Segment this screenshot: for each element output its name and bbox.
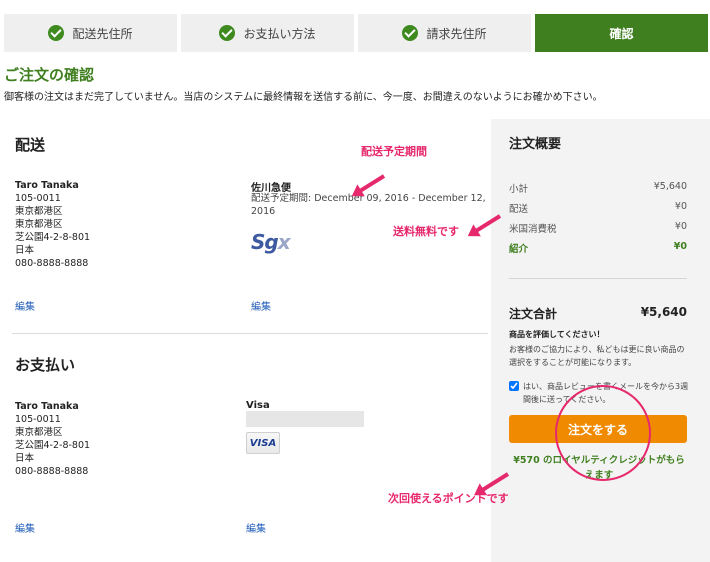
summary-row-subtotal: 小計 ¥5,640 (509, 181, 687, 195)
page-title: ご注文の確認 (4, 66, 95, 84)
total-label: 注文合計 (509, 307, 558, 321)
logo-text: Sg (251, 230, 279, 254)
step-shipping-address[interactable]: 配送先住所 (4, 14, 177, 52)
address-line: 芝公園4-2-8-801 (15, 232, 91, 243)
step-label: 確認 (609, 26, 634, 41)
masked-card-number (246, 411, 364, 427)
summary-row-shipping: 配送 ¥0 (509, 201, 687, 215)
check-circle-icon (48, 25, 65, 41)
summary-title: 注文概要 (509, 137, 562, 152)
total-value: ¥5,640 (640, 305, 687, 319)
address-name: Taro Tanaka (15, 401, 79, 412)
annotation-points-next-time: 次回使えるポイントです (388, 492, 509, 505)
row-value: ¥0 (674, 221, 687, 232)
shipping-address: Taro Tanaka 105-0011 東京都港区 東京都港区 芝公園4-2-… (15, 179, 90, 270)
annotation-arrow-icon (359, 174, 386, 193)
intro-text: 御客様の注文はまだ完了していません。当店のシステムに最終情報を送信する前に、今一… (4, 92, 603, 103)
order-summary-panel: 注文概要 小計 ¥5,640 配送 ¥0 米国消費税 ¥0 紹介 ¥0 注文合計… (491, 119, 710, 562)
annotation-circle-highlight (555, 385, 651, 481)
check-circle-icon (219, 25, 236, 41)
row-value: ¥0 (673, 241, 687, 252)
review-description: お客様のご協力により、私どもは更に良い商品の選択をすることが可能になります。 (509, 345, 685, 367)
address-postal: 105-0011 (15, 193, 61, 204)
delivery-period-line: 2016 (251, 206, 276, 217)
summary-row-tax: 米国消費税 ¥0 (509, 221, 687, 235)
address-country: 日本 (15, 245, 35, 256)
carrier-delivery-period: 配送予定期間: December 09, 2016 - December 12,… (251, 192, 486, 218)
section-divider (12, 333, 488, 334)
edit-payment-method-link[interactable]: 編集 (246, 520, 266, 535)
delivery-period-line: 配送予定期間: December 09, 2016 - December 12, (251, 193, 486, 204)
step-billing-address[interactable]: 請求先住所 (358, 14, 531, 52)
edit-shipping-method-link[interactable]: 編集 (251, 298, 271, 313)
review-email-checkbox[interactable] (509, 381, 519, 391)
step-label: お支払い方法 (243, 26, 316, 41)
review-title: 商品を評価してください！ (509, 330, 605, 339)
payment-section-title: お支払い (15, 356, 76, 374)
logo-text: x (277, 230, 291, 254)
visa-card-icon: VISA (246, 432, 280, 454)
address-line: 東京都港区 (15, 427, 63, 438)
address-phone: 080-8888-8888 (15, 258, 89, 269)
step-label: 請求先住所 (426, 26, 487, 41)
row-label: 紹介 (509, 244, 529, 255)
address-postal: 105-0011 (15, 414, 61, 425)
card-brand: Visa (246, 400, 270, 411)
address-country: 日本 (15, 453, 35, 464)
address-name: Taro Tanaka (15, 180, 79, 191)
check-circle-icon (402, 25, 419, 41)
address-line: 芝公園4-2-8-801 (15, 440, 91, 451)
step-confirm: 確認 (535, 14, 708, 52)
order-total: 注文合計 ¥5,640 (509, 305, 687, 322)
summary-divider (509, 278, 687, 279)
sagawa-logo: Sgx (251, 230, 291, 254)
row-label: 配送 (509, 204, 529, 215)
edit-billing-address-link[interactable]: 編集 (15, 520, 35, 535)
step-payment-method[interactable]: お支払い方法 (181, 14, 354, 52)
row-value: ¥5,640 (653, 181, 687, 192)
checkout-steps: 配送先住所 お支払い方法 請求先住所 確認 (4, 14, 708, 52)
row-label: 米国消費税 (509, 224, 557, 235)
edit-shipping-address-link[interactable]: 編集 (15, 298, 35, 313)
summary-row-referral: 紹介 ¥0 (509, 241, 687, 255)
address-line: 東京都港区 (15, 206, 63, 217)
step-label: 配送先住所 (72, 26, 133, 41)
row-value: ¥0 (674, 201, 687, 212)
billing-address: Taro Tanaka 105-0011 東京都港区 芝公園4-2-8-801 … (15, 400, 90, 478)
annotation-free-shipping: 送料無料です (393, 225, 459, 238)
address-line: 東京都港区 (15, 219, 63, 230)
address-phone: 080-8888-8888 (15, 466, 89, 477)
shipping-section-title: 配送 (15, 136, 46, 154)
annotation-delivery-period: 配送予定期間 (361, 145, 427, 158)
row-label: 小計 (509, 184, 529, 195)
